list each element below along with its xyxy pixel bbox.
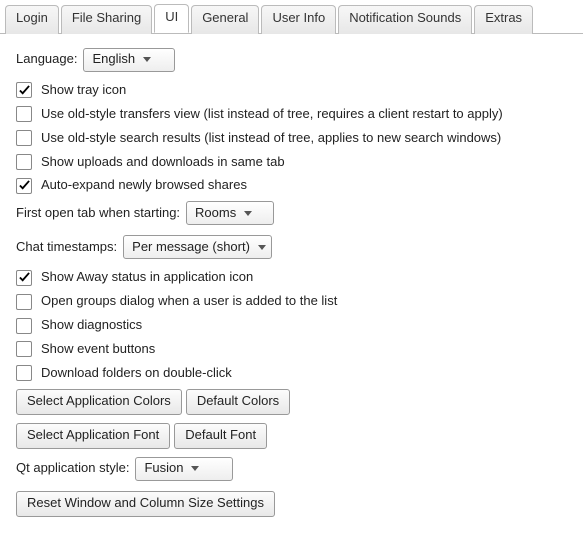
tab-login[interactable]: Login: [5, 5, 59, 34]
tab-file-sharing[interactable]: File Sharing: [61, 5, 152, 34]
download-dblclick-label[interactable]: Download folders on double-click: [41, 365, 232, 382]
groups-dialog-label[interactable]: Open groups dialog when a user is added …: [41, 293, 337, 310]
tab-bar: Login File Sharing UI General User Info …: [0, 0, 583, 34]
reset-window-sizes-button[interactable]: Reset Window and Column Size Settings: [16, 491, 275, 517]
same-tab-label[interactable]: Show uploads and downloads in same tab: [41, 154, 285, 171]
qt-style-value: Fusion: [144, 460, 183, 477]
show-tray-icon-checkbox[interactable]: [16, 82, 32, 98]
old-search-results-label[interactable]: Use old-style search results (list inste…: [41, 130, 501, 147]
chevron-down-icon: [244, 211, 252, 216]
ui-settings-panel: Language: English Show tray icon Use old…: [0, 34, 583, 537]
first-tab-label: First open tab when starting:: [16, 205, 180, 222]
chevron-down-icon: [143, 57, 151, 62]
auto-expand-label[interactable]: Auto-expand newly browsed shares: [41, 177, 247, 194]
timestamps-label: Chat timestamps:: [16, 239, 117, 256]
default-colors-button[interactable]: Default Colors: [186, 389, 290, 415]
default-font-button[interactable]: Default Font: [174, 423, 267, 449]
language-value: English: [92, 51, 135, 68]
diagnostics-checkbox[interactable]: [16, 318, 32, 334]
auto-expand-checkbox[interactable]: [16, 178, 32, 194]
select-colors-button[interactable]: Select Application Colors: [16, 389, 182, 415]
language-select[interactable]: English: [83, 48, 175, 72]
tab-extras[interactable]: Extras: [474, 5, 533, 34]
old-transfers-view-label[interactable]: Use old-style transfers view (list inste…: [41, 106, 503, 123]
tab-ui[interactable]: UI: [154, 4, 189, 33]
old-search-results-checkbox[interactable]: [16, 130, 32, 146]
tab-user-info[interactable]: User Info: [261, 5, 336, 34]
qt-style-label: Qt application style:: [16, 460, 129, 477]
away-status-checkbox[interactable]: [16, 270, 32, 286]
chevron-down-icon: [258, 245, 266, 250]
select-font-button[interactable]: Select Application Font: [16, 423, 170, 449]
same-tab-checkbox[interactable]: [16, 154, 32, 170]
timestamps-value: Per message (short): [132, 239, 250, 256]
show-tray-icon-label[interactable]: Show tray icon: [41, 82, 126, 99]
tab-general[interactable]: General: [191, 5, 259, 34]
old-transfers-view-checkbox[interactable]: [16, 106, 32, 122]
event-buttons-label[interactable]: Show event buttons: [41, 341, 155, 358]
first-tab-value: Rooms: [195, 205, 236, 222]
chevron-down-icon: [191, 466, 199, 471]
tab-notification-sounds[interactable]: Notification Sounds: [338, 5, 472, 34]
timestamps-select[interactable]: Per message (short): [123, 235, 272, 259]
first-tab-select[interactable]: Rooms: [186, 201, 274, 225]
qt-style-select[interactable]: Fusion: [135, 457, 233, 481]
language-label: Language:: [16, 51, 77, 68]
groups-dialog-checkbox[interactable]: [16, 294, 32, 310]
download-dblclick-checkbox[interactable]: [16, 365, 32, 381]
diagnostics-label[interactable]: Show diagnostics: [41, 317, 142, 334]
away-status-label[interactable]: Show Away status in application icon: [41, 269, 253, 286]
event-buttons-checkbox[interactable]: [16, 341, 32, 357]
